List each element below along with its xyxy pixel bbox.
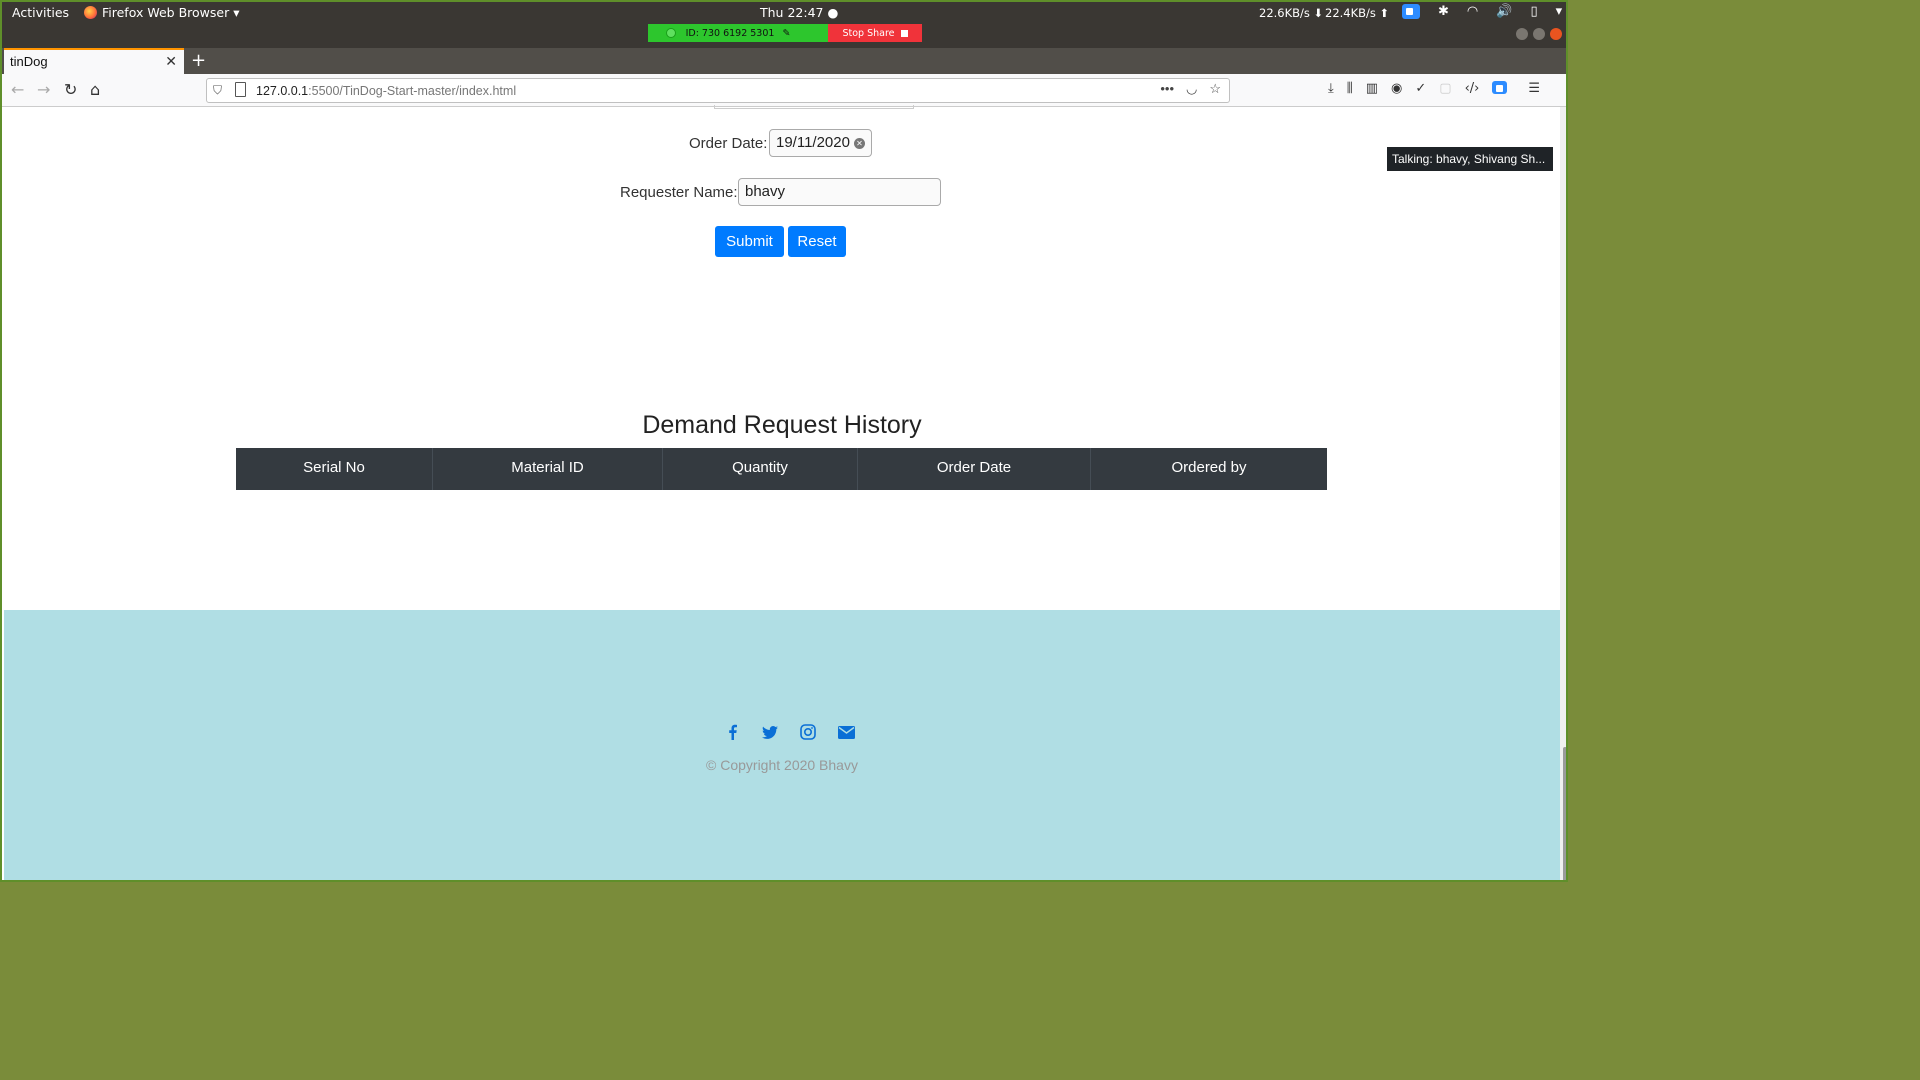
- stop-share-label: Stop Share: [842, 27, 895, 39]
- share-status-icon: [666, 28, 676, 38]
- copyright-text: © Copyright 2020 Bhavy: [706, 757, 858, 773]
- scrollbar-thumb[interactable]: [1563, 747, 1566, 880]
- downloads-icon[interactable]: ⤓: [1328, 81, 1334, 96]
- previous-field-edge: [714, 105, 914, 109]
- extension-icon[interactable]: ✓: [1415, 81, 1426, 96]
- tab-strip: tinDog ✕ +: [2, 48, 1566, 74]
- url-bar-actions: ••• ◡ ☆: [1160, 81, 1221, 97]
- reload-icon[interactable]: ↻: [64, 80, 77, 99]
- net-download-speed: 22.6KB/s ⬇: [1259, 6, 1324, 20]
- extension-blank-icon[interactable]: ▢: [1439, 81, 1451, 96]
- maximize-button[interactable]: [1533, 28, 1545, 40]
- back-icon[interactable]: ←: [11, 80, 24, 99]
- menu-icon[interactable]: ☰: [1528, 81, 1540, 96]
- minimize-button[interactable]: [1516, 28, 1528, 40]
- order-date-input[interactable]: 19/11/2020 ✕: [769, 129, 872, 157]
- system-menu-chevron-icon[interactable]: ▾: [1556, 4, 1563, 19]
- desktop-frame: Activities Firefox Web Browser ▾ Thu 22:…: [0, 0, 1568, 882]
- tab-tindog[interactable]: tinDog ✕: [4, 48, 184, 74]
- submit-button[interactable]: Submit: [715, 226, 784, 257]
- url-text[interactable]: 127.0.0.1:5500/TinDog-Start-master/index…: [256, 84, 516, 98]
- pocket-icon[interactable]: ◡: [1186, 81, 1197, 97]
- bluetooth-icon[interactable]: ✱: [1438, 4, 1449, 19]
- wifi-icon[interactable]: ◠: [1467, 4, 1478, 19]
- requester-name-label: Requester Name:: [620, 184, 738, 201]
- forward-icon[interactable]: →: [37, 80, 50, 99]
- app-menu-label: Firefox Web Browser ▾: [102, 5, 240, 20]
- volume-icon[interactable]: 🔊: [1496, 4, 1512, 19]
- column-serial-no: Serial No: [236, 448, 433, 490]
- home-icon[interactable]: ⌂: [90, 80, 100, 99]
- requester-name-input[interactable]: bhavy: [738, 178, 941, 206]
- history-table-header: Serial No Material ID Quantity Order Dat…: [236, 448, 1327, 490]
- meeting-id-panel[interactable]: ID: 730 6192 5301 ✎: [648, 24, 828, 42]
- toolbar-icons: ⤓ ⫼ ▥ ◉ ✓ ▢ ‹/› ☰: [1328, 81, 1540, 96]
- tab-title: tinDog: [10, 54, 48, 69]
- order-date-value: 19/11/2020: [776, 134, 850, 151]
- footer: © Copyright 2020 Bhavy: [4, 610, 1560, 880]
- pin-icon[interactable]: ✎: [782, 28, 790, 39]
- zoom-share-bar: ID: 730 6192 5301 ✎ Stop Share: [648, 24, 922, 42]
- clock[interactable]: Thu 22:47 ●: [760, 5, 838, 20]
- url-path: :5500/TinDog-Start-master/index.html: [308, 84, 517, 98]
- shield-icon[interactable]: ⛉: [213, 83, 222, 98]
- column-material-id: Material ID: [433, 448, 663, 490]
- system-top-bar: Activities Firefox Web Browser ▾ Thu 22:…: [2, 2, 1566, 24]
- zoom-talking-indicator: Talking: bhavy, Shivang Sh...: [1387, 147, 1553, 171]
- tab-close-icon[interactable]: ✕: [165, 53, 177, 70]
- order-date-label: Order Date:: [689, 135, 768, 152]
- url-host: 127.0.0.1: [256, 84, 309, 98]
- column-ordered-by: Ordered by: [1171, 459, 1247, 476]
- new-tab-button[interactable]: +: [191, 50, 206, 71]
- zoom-tray-icon[interactable]: [1402, 4, 1420, 19]
- social-links: [722, 723, 856, 741]
- url-bar[interactable]: ⛉ 127.0.0.1:5500/TinDog-Start-master/ind…: [206, 78, 1230, 103]
- bookmark-star-icon[interactable]: ☆: [1209, 81, 1221, 97]
- mail-icon[interactable]: [836, 723, 856, 741]
- developer-tools-icon[interactable]: ‹/›: [1465, 81, 1480, 96]
- stop-share-button[interactable]: Stop Share: [828, 24, 922, 42]
- library-icon[interactable]: ⫼: [1347, 81, 1353, 96]
- column-quantity: Quantity: [663, 448, 858, 490]
- battery-icon[interactable]: ▯: [1530, 4, 1537, 19]
- meeting-id: ID: 730 6192 5301: [685, 27, 775, 39]
- clear-date-icon[interactable]: ✕: [853, 138, 865, 149]
- column-order-date: Order Date: [858, 448, 1091, 490]
- page-scrollbar[interactable]: [1560, 107, 1566, 880]
- page-info-icon[interactable]: [235, 82, 246, 97]
- net-upload-speed: 22.4KB/s ⬆: [1325, 6, 1390, 20]
- page-content: Order Date: 19/11/2020 ✕ Requester Name: …: [4, 105, 1560, 880]
- close-window-button[interactable]: [1550, 28, 1562, 40]
- system-tray: ✱ ◠ 🔊 ▯ ▾: [1402, 4, 1562, 19]
- account-icon[interactable]: ◉: [1391, 81, 1402, 96]
- stop-icon: [900, 29, 908, 37]
- history-title: Demand Request History: [642, 411, 922, 439]
- instagram-icon[interactable]: [798, 723, 818, 741]
- app-menu[interactable]: Firefox Web Browser ▾: [84, 5, 239, 20]
- facebook-icon[interactable]: [722, 723, 742, 741]
- twitter-icon[interactable]: [760, 723, 780, 741]
- firefox-icon: [84, 6, 97, 19]
- navigation-toolbar: ← → ↻ ⌂ ⛉ 127.0.0.1:5500/TinDog-Start-ma…: [2, 74, 1566, 107]
- page-actions-icon[interactable]: •••: [1160, 81, 1174, 97]
- reset-button[interactable]: Reset: [788, 226, 846, 257]
- activities-button[interactable]: Activities: [12, 5, 69, 20]
- requester-name-value: bhavy: [745, 183, 786, 200]
- window-controls: [1516, 28, 1562, 40]
- sidebar-icon[interactable]: ▥: [1366, 81, 1378, 96]
- zoom-extension-icon[interactable]: [1492, 81, 1508, 94]
